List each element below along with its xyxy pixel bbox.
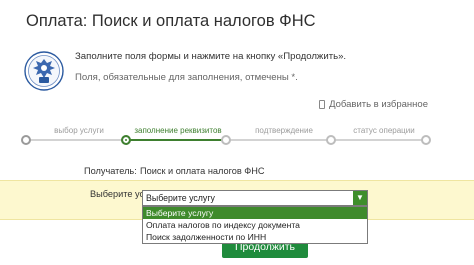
- chevron-down-icon[interactable]: ▼: [353, 191, 367, 205]
- step-dot-later: [326, 135, 336, 145]
- step-operation-status: статус операции: [353, 126, 415, 135]
- page-title: Оплата: Поиск и оплата налогов ФНС: [26, 12, 316, 30]
- add-to-favorites-label: Добавить в избранное: [329, 99, 428, 110]
- add-to-favorites-link[interactable]: Добавить в избранное: [319, 99, 428, 110]
- progress-track-active: [126, 139, 226, 141]
- service-select-value: Выберите услугу: [146, 193, 215, 203]
- recipient-value: Поиск и оплата налогов ФНС: [140, 166, 265, 176]
- step-confirmation: подтверждение: [255, 126, 313, 135]
- service-dropdown: Выберите услугу Оплата налогов по индекс…: [142, 206, 368, 244]
- recipient-label: Получатель:: [84, 166, 137, 176]
- step-dot-next: [221, 135, 231, 145]
- service-option-debt-by-inn[interactable]: Поиск задолженности по ИНН: [143, 231, 367, 243]
- step-fill-details: заполнение реквизитов: [134, 126, 222, 135]
- form-instruction: Заполните поля формы и нажмите на кнопку…: [75, 51, 347, 62]
- step-dot-current: [121, 135, 131, 145]
- service-select[interactable]: Выберите услугу ▼: [142, 190, 368, 206]
- required-fields-note: Поля, обязательные для заполнения, отмеч…: [75, 72, 298, 83]
- service-option-pay-by-index[interactable]: Оплата налогов по индексу документа: [143, 219, 367, 231]
- bookmark-icon: [319, 100, 326, 109]
- fns-emblem-icon: [24, 51, 64, 91]
- service-option-choose[interactable]: Выберите услугу: [143, 207, 367, 219]
- step-select-service: выбор услуги: [54, 126, 104, 135]
- step-dot-start: [21, 135, 31, 145]
- progress-steps: выбор услуги заполнение реквизитов подтв…: [21, 118, 431, 154]
- step-dot-end: [421, 135, 431, 145]
